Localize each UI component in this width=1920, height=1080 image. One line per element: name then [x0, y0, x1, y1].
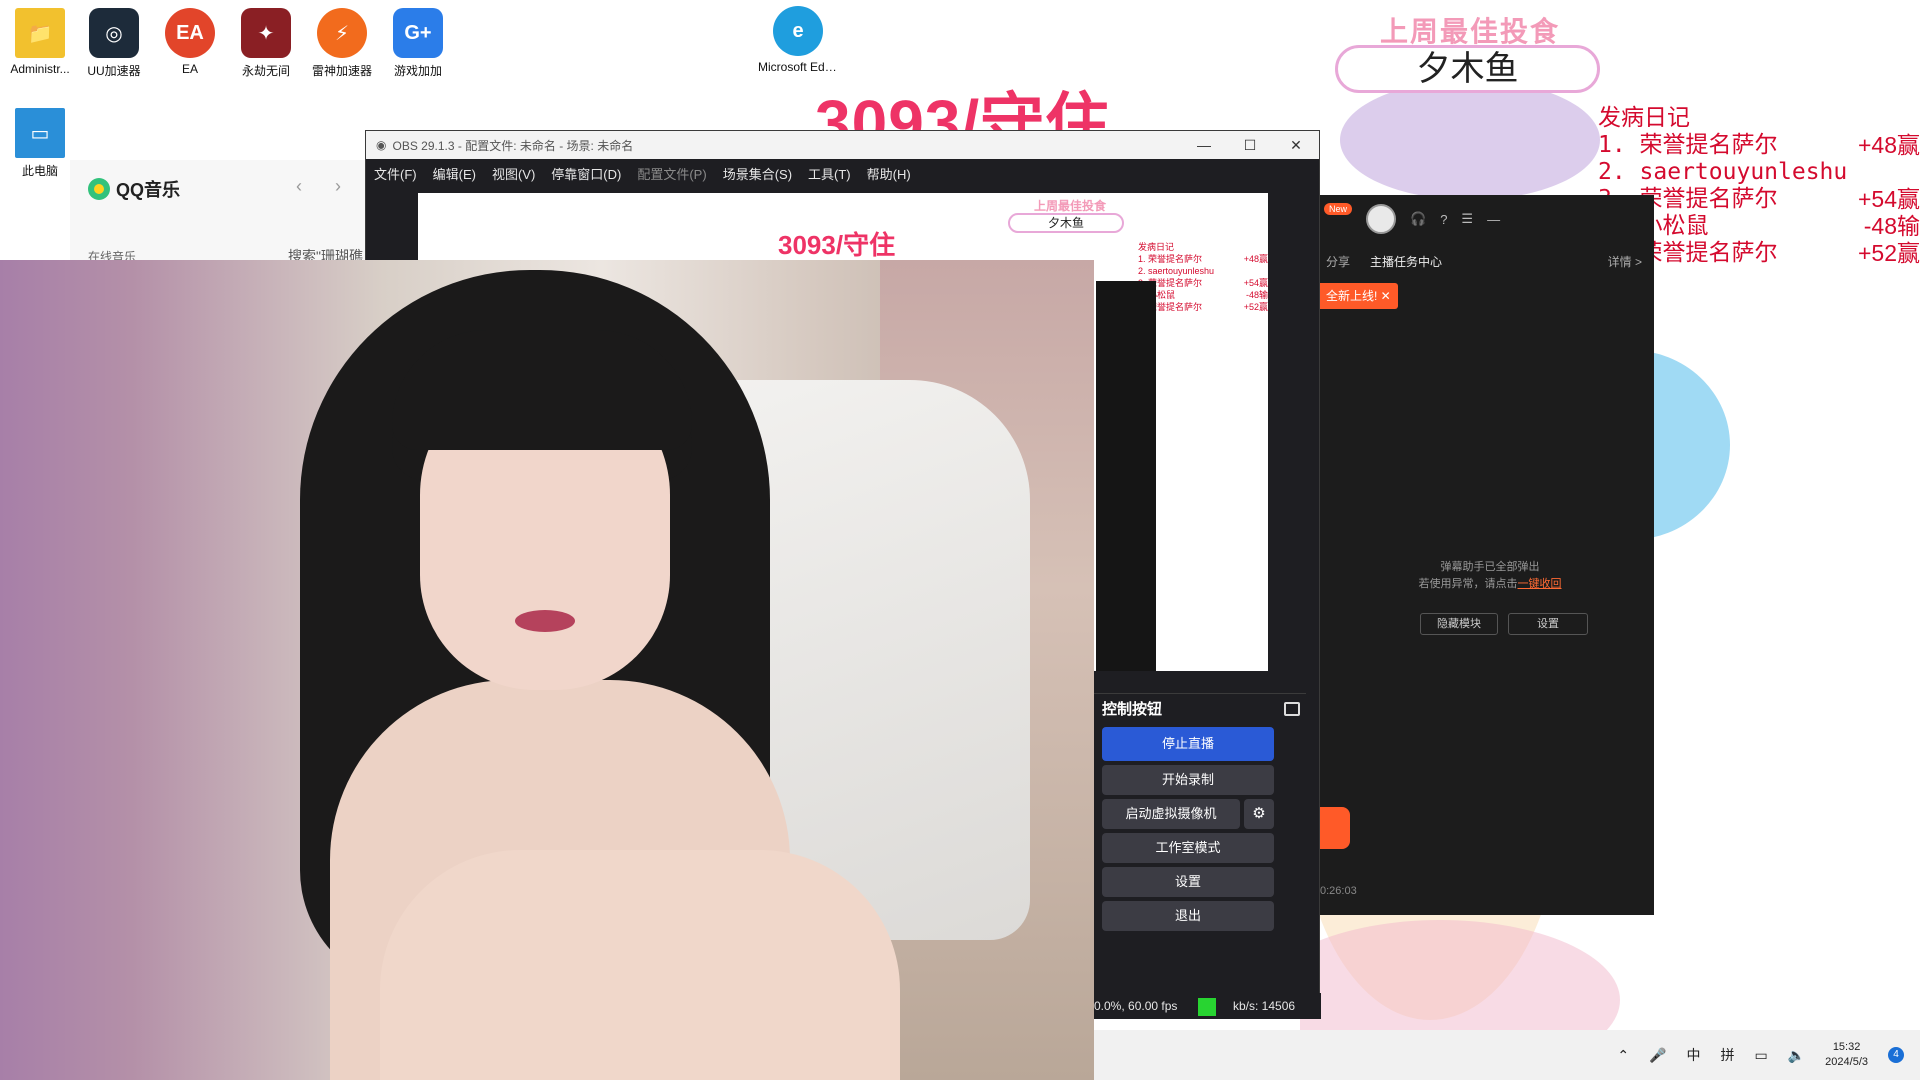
- menu-help[interactable]: 帮助(H): [867, 164, 911, 183]
- computer-icon: ▭: [15, 108, 65, 158]
- new-badge: New: [1324, 203, 1353, 215]
- headset-icon[interactable]: 🎧: [1410, 211, 1426, 227]
- detail-link[interactable]: 详情 >: [1608, 253, 1642, 270]
- undock-icon[interactable]: [1284, 701, 1300, 716]
- best-feeder-title: 上周最佳投食: [1380, 16, 1561, 47]
- ime-language[interactable]: 中: [1687, 1045, 1701, 1065]
- hide-module-button[interactable]: 隐藏模块: [1420, 613, 1498, 635]
- best-feeder-name: 夕木鱼: [1335, 45, 1600, 93]
- diary-title: 发病日记: [1598, 105, 1690, 131]
- qqmusic-icon: [88, 178, 110, 200]
- assistant-message: 弹幕助手已全部弹出 若使用异常，请点击一键收回: [1418, 561, 1562, 590]
- thunder-accelerator-icon: ⚡: [317, 8, 367, 58]
- minimize-icon[interactable]: —: [1487, 212, 1500, 227]
- menu-edit[interactable]: 编辑(E): [433, 164, 476, 183]
- chevron-up-icon[interactable]: ⌃: [1617, 1047, 1629, 1064]
- menu-file[interactable]: 文件(F): [374, 164, 417, 183]
- gameplus-icon: G+: [393, 8, 443, 58]
- obs-menubar: 文件(F) 编辑(E) 视图(V) 停靠窗口(D) 配置文件(P) 场景集合(S…: [366, 159, 1319, 187]
- obs-titlebar[interactable]: ◉ OBS 29.1.3 - 配置文件: 未命名 - 场景: 未命名 — ☐ ✕: [366, 131, 1319, 159]
- desktop-icon-folder[interactable]: 📁 Administr...: [0, 8, 80, 76]
- desktop-icon-ea[interactable]: EA EA: [150, 8, 230, 76]
- preview-best-title: 上周最佳投食: [1034, 199, 1107, 213]
- ime-mode[interactable]: 拼: [1721, 1045, 1735, 1065]
- menu-scene-collection[interactable]: 场景集合(S): [723, 164, 792, 183]
- new-launch-toast[interactable]: 全新上线! ✕: [1320, 283, 1398, 309]
- tab-share[interactable]: 分享: [1326, 253, 1350, 270]
- controls-dock-header: 控制按钮: [1094, 693, 1306, 723]
- menu-icon[interactable]: ☰: [1461, 211, 1473, 227]
- live-timer: 0:26:03: [1320, 885, 1357, 897]
- nav-arrows[interactable]: ‹ ›: [296, 176, 355, 197]
- diary-row: 1. 荣誉提名萨尔 +48赢: [1598, 132, 1920, 158]
- help-icon[interactable]: ?: [1440, 212, 1447, 227]
- preview-dark-panel: [1096, 281, 1156, 671]
- edge-icon: e: [773, 6, 823, 56]
- stream-assistant-window[interactable]: New 🎧 ? ☰ — 分享 主播任务中心 详情 > 全新上线! ✕ 弹幕助手已…: [1320, 195, 1654, 915]
- bitrate-readout: kb/s: 14506: [1233, 999, 1296, 1013]
- clock[interactable]: 15:32 2024/5/3: [1825, 1040, 1868, 1070]
- menu-view[interactable]: 视图(V): [492, 164, 535, 183]
- settings-button[interactable]: 设置: [1102, 867, 1274, 897]
- maximize-button[interactable]: ☐: [1227, 137, 1273, 154]
- obs-title: OBS 29.1.3 - 配置文件: 未命名 - 场景: 未命名: [392, 138, 634, 153]
- desktop-icon-gameplus[interactable]: G+ 游戏加加: [378, 8, 458, 79]
- menu-docks[interactable]: 停靠窗口(D): [551, 164, 621, 183]
- start-record-button[interactable]: 开始录制: [1102, 765, 1274, 795]
- minimize-button[interactable]: —: [1181, 137, 1227, 154]
- gear-icon[interactable]: ⚙: [1244, 799, 1274, 829]
- desktop-icon-naraka[interactable]: ✦ 永劫无间: [226, 8, 306, 79]
- studio-mode-button[interactable]: 工作室模式: [1102, 833, 1274, 863]
- assistant-tabs: 分享 主播任务中心: [1326, 253, 1442, 270]
- menu-profile[interactable]: 配置文件(P): [637, 164, 706, 183]
- preview-counter: 3093/守住: [778, 230, 896, 260]
- exit-button[interactable]: 退出: [1102, 901, 1274, 931]
- live-indicator: [1198, 998, 1216, 1016]
- desktop-icon-uu[interactable]: ◎ UU加速器: [74, 8, 154, 79]
- folder-icon: 📁: [15, 8, 65, 58]
- preview-best-name: 夕木鱼: [1008, 213, 1124, 233]
- naraka-icon: ✦: [241, 8, 291, 58]
- tab-tasks[interactable]: 主播任务中心: [1370, 253, 1442, 270]
- preview-diary: 发病日记 1. 荣誉提名萨尔 +48赢 2. saertouyunleshu 3.…: [1138, 242, 1268, 312]
- notification-badge[interactable]: 4: [1888, 1047, 1904, 1063]
- ea-icon: EA: [165, 8, 215, 58]
- close-button[interactable]: ✕: [1273, 137, 1319, 154]
- diary-row: 2. saertouyunleshu: [1598, 159, 1848, 185]
- desktop-icon-edge[interactable]: e Microsoft Edge: [758, 6, 838, 74]
- microphone-icon[interactable]: 🎤: [1649, 1047, 1666, 1064]
- obs-icon: ◉: [376, 138, 387, 152]
- fps-readout: 0.0%, 60.00 fps: [1094, 999, 1178, 1013]
- orange-tab[interactable]: [1320, 807, 1350, 849]
- assistant-toolbar: New 🎧 ? ☰ —: [1320, 195, 1654, 243]
- uu-accelerator-icon: ◎: [89, 8, 139, 58]
- assistant-settings-button[interactable]: 设置: [1508, 613, 1588, 635]
- menu-tools[interactable]: 工具(T): [808, 164, 851, 183]
- webcam-feed: [0, 260, 1094, 1080]
- desktop-icon-computer[interactable]: ▭ 此电脑: [0, 108, 80, 179]
- recall-link[interactable]: 一键收回: [1518, 578, 1562, 590]
- desktop-icon-thunder[interactable]: ⚡ 雷神加速器: [302, 8, 382, 79]
- qqmusic-logo: QQ音乐: [88, 176, 180, 202]
- virtual-camera-button[interactable]: 启动虚拟摄像机: [1102, 799, 1240, 829]
- display-icon[interactable]: ▭: [1755, 1047, 1768, 1064]
- stop-stream-button[interactable]: 停止直播: [1102, 727, 1274, 761]
- controls-dock: 控制按钮 停止直播 开始录制 启动虚拟摄像机 ⚙ 工作室模式 设置 退出: [1094, 693, 1306, 1013]
- qqmusic-window[interactable]: QQ音乐 ‹ › 在线音乐 搜索"珊瑚礁: [70, 160, 410, 264]
- avatar[interactable]: [1366, 204, 1396, 234]
- volume-icon[interactable]: 🔈: [1788, 1047, 1805, 1064]
- taskbar-tray: ⌃ 🎤 中 拼 ▭ 🔈 15:32 2024/5/3 4: [1094, 1030, 1920, 1080]
